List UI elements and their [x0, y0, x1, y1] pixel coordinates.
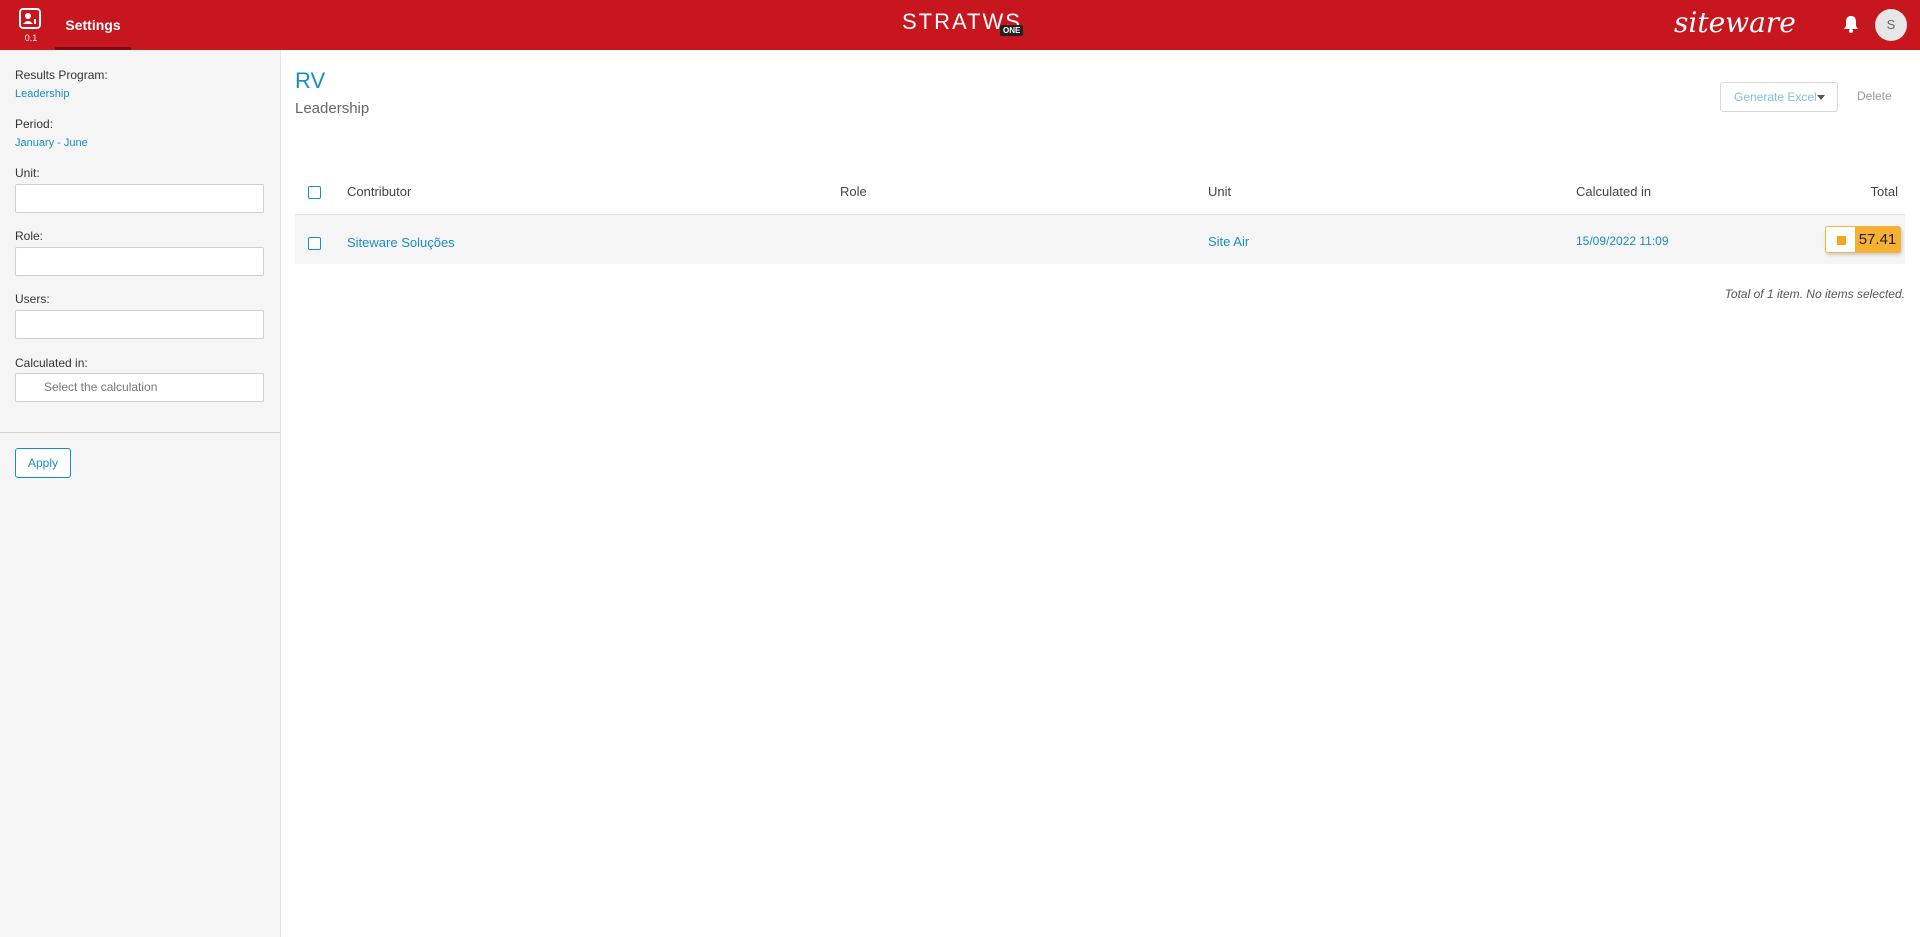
logo-badge: ONE — [1000, 25, 1024, 36]
app-icon[interactable]: 0.1 — [18, 8, 44, 44]
calculated-in-label: Calculated in: — [15, 356, 88, 370]
contact-card-icon — [19, 8, 41, 29]
generate-excel-button[interactable]: Generate Excel — [1720, 82, 1838, 112]
column-header-contributor[interactable]: Contributor — [347, 184, 411, 199]
bell-icon[interactable] — [1840, 13, 1862, 35]
status-square-icon — [1837, 236, 1846, 245]
unit-label: Unit: — [15, 166, 40, 180]
total-value: 57.41 — [1855, 227, 1900, 252]
column-header-role[interactable]: Role — [840, 184, 867, 199]
tab-settings[interactable]: Settings — [55, 0, 131, 50]
period-label: Period: — [15, 117, 54, 131]
top-bar: 0.1 Settings STRATWS ONE siteware S — [0, 0, 1920, 50]
users-field[interactable] — [15, 310, 264, 339]
app-version: 0.1 — [24, 33, 38, 43]
role-field[interactable] — [15, 247, 264, 276]
column-header-total[interactable]: Total — [1871, 184, 1898, 199]
apply-button[interactable]: Apply — [15, 448, 71, 478]
calculated-in-link[interactable]: 15/09/2022 11:09 — [1576, 234, 1669, 248]
tab-settings-label: Settings — [65, 17, 121, 33]
role-label: Role: — [15, 229, 44, 243]
results-program-value[interactable]: Leadership — [15, 88, 69, 100]
table-footer: Total of 1 item. No items selected. — [1724, 287, 1905, 301]
sidebar-divider — [0, 432, 280, 433]
users-label: Users: — [15, 292, 50, 306]
total-badge[interactable]: 57.41 — [1825, 226, 1901, 253]
page-subtitle: Leadership — [295, 100, 370, 117]
row-checkbox[interactable] — [308, 237, 321, 250]
period-value[interactable]: January - June — [15, 137, 88, 149]
unit-field[interactable] — [15, 184, 264, 213]
page-title: RV — [295, 68, 326, 93]
delete-button[interactable]: Delete — [1857, 89, 1892, 103]
generate-excel-label: Generate Excel — [1734, 90, 1817, 104]
results-program-label: Results Program: — [15, 68, 108, 82]
column-header-unit[interactable]: Unit — [1208, 184, 1231, 199]
calculation-select[interactable]: Select the calculation — [15, 373, 264, 402]
siteware-logo: siteware — [1674, 6, 1796, 39]
select-all-checkbox[interactable] — [308, 186, 321, 199]
column-header-calculated-in[interactable]: Calculated in — [1576, 184, 1651, 199]
filter-sidebar: Results Program: Leadership Period: Janu… — [0, 50, 281, 937]
chevron-down-icon — [1817, 95, 1825, 100]
avatar[interactable]: S — [1875, 9, 1907, 41]
contributor-link[interactable]: Siteware Soluções — [347, 235, 455, 250]
unit-link[interactable]: Site Air — [1208, 234, 1249, 249]
